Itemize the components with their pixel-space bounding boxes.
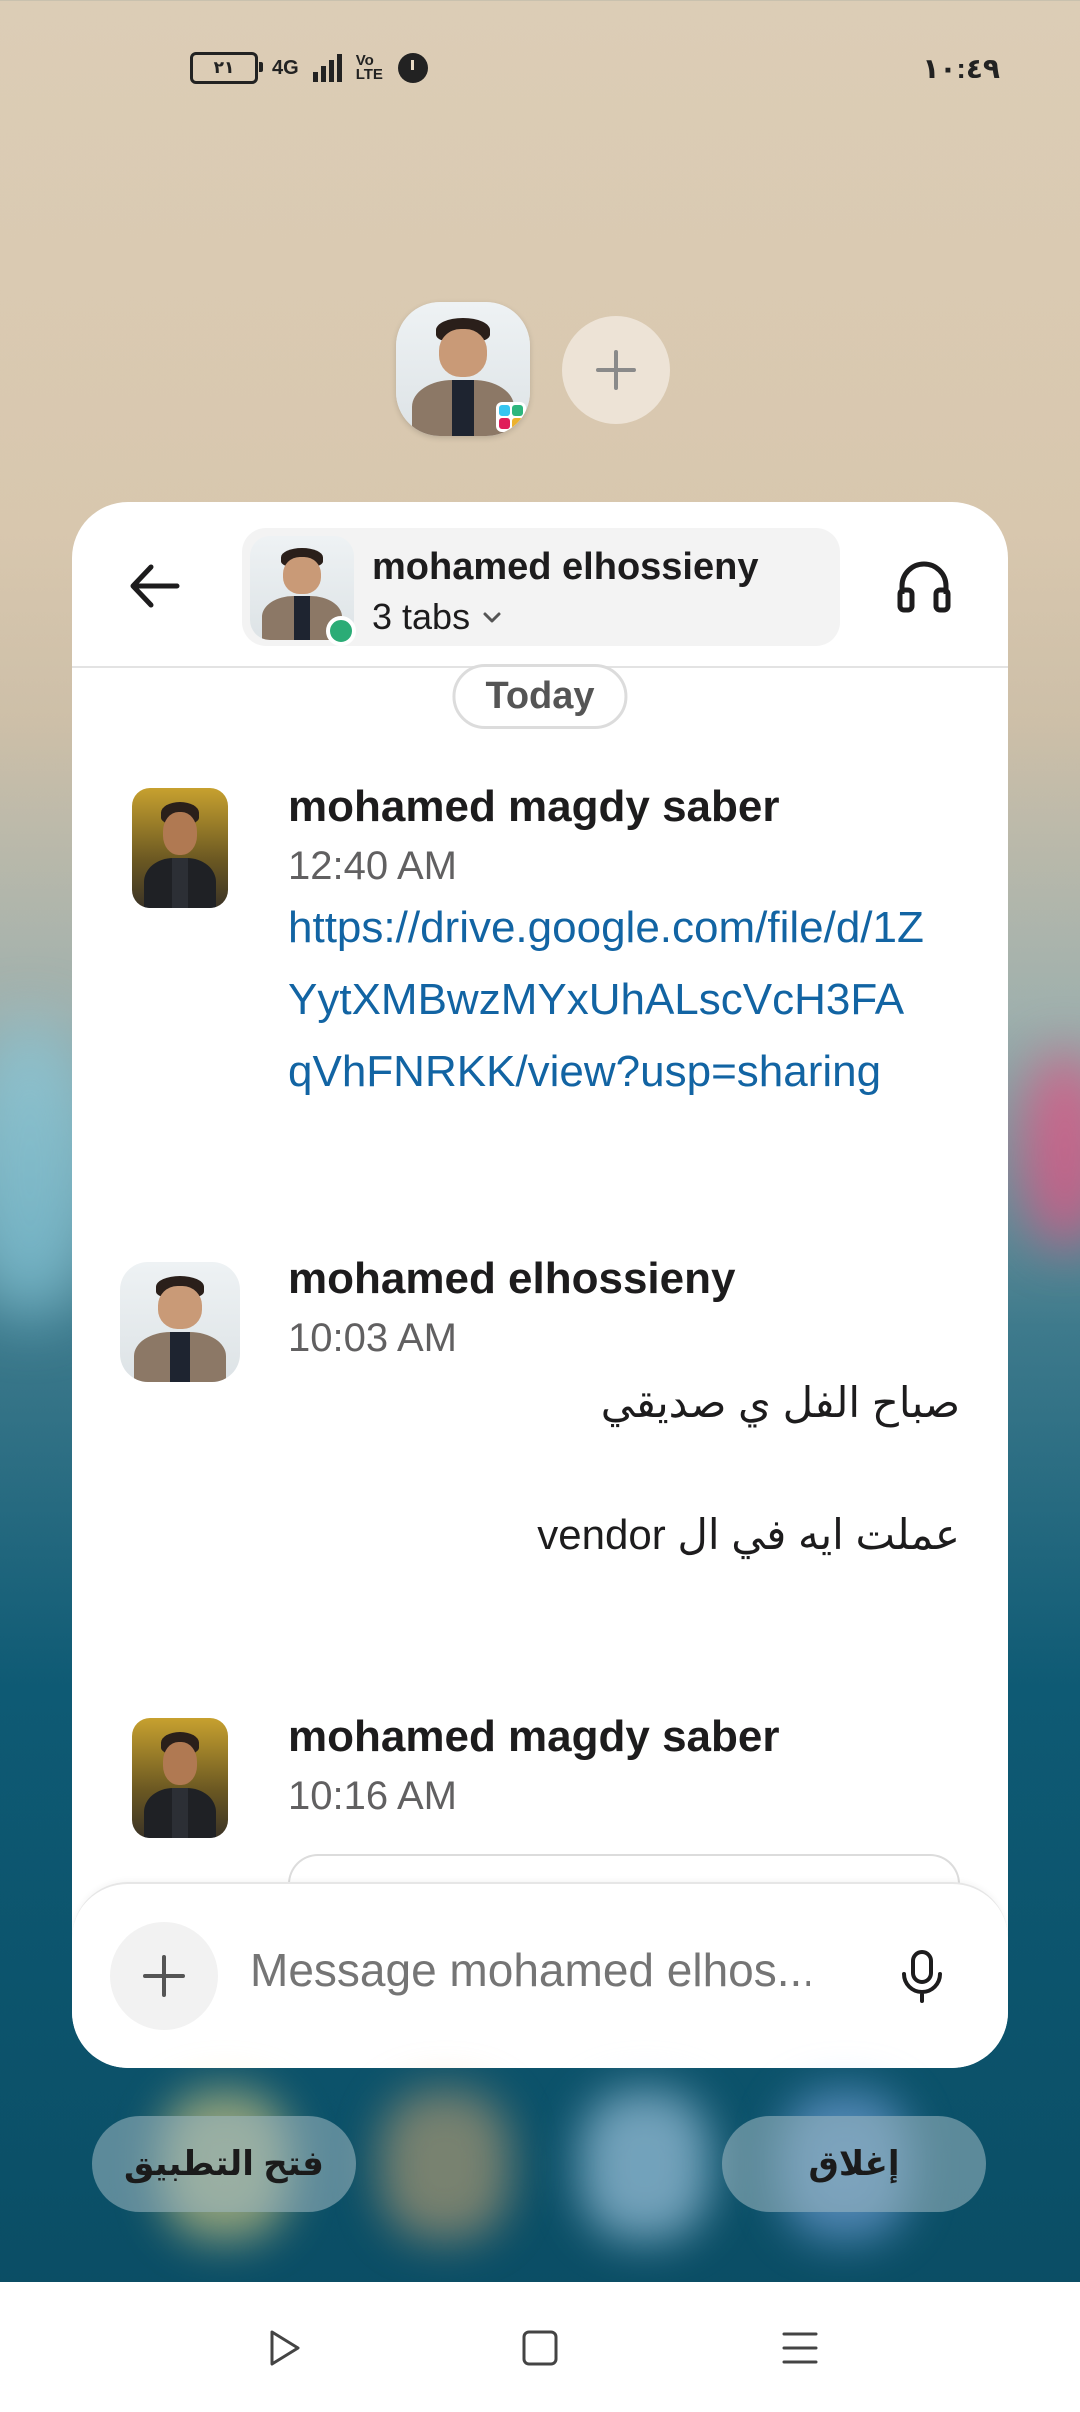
- alarm-icon: [397, 53, 428, 83]
- triangle-back-icon: [270, 2330, 300, 2366]
- back-button[interactable]: [124, 556, 184, 616]
- message-input[interactable]: [248, 1942, 812, 1998]
- menu-lines-icon: [782, 2332, 818, 2364]
- battery-icon: ٢١: [190, 52, 263, 84]
- chat-header: mohamed elhossieny 3 tabs: [72, 502, 1008, 668]
- message-time: 10:03 AM: [288, 1316, 458, 1360]
- microphone-icon[interactable]: [892, 1946, 952, 2006]
- message-text: صباح الفل ي صديقي: [600, 1379, 960, 1426]
- message-time: 12:40 AM: [288, 844, 458, 888]
- avatar[interactable]: [132, 788, 228, 908]
- recents-nav-button[interactable]: [776, 2324, 824, 2372]
- open-app-button[interactable]: فتح التطبيق: [92, 2116, 356, 2212]
- presence-indicator: [326, 616, 356, 646]
- volte-icon: Vo LTE: [355, 52, 383, 83]
- add-bubble-button[interactable]: [562, 316, 670, 424]
- conversation-name: mohamed elhossieny: [372, 546, 759, 588]
- background-app-icon: [380, 2090, 510, 2240]
- date-divider[interactable]: Today: [452, 664, 628, 729]
- tabs-label: 3 tabs: [372, 596, 471, 637]
- close-button[interactable]: إغلاق: [722, 2116, 986, 2212]
- add-attachment-button[interactable]: [110, 1922, 218, 2030]
- message-author[interactable]: mohamed magdy saber: [288, 1712, 780, 1762]
- message-composer: [72, 1882, 1008, 2068]
- clock: ١٠:٤٩: [922, 53, 1000, 84]
- headphones-icon[interactable]: [892, 554, 956, 618]
- background-glow: [1020, 1050, 1080, 1250]
- message-author[interactable]: mohamed elhossieny: [288, 1254, 735, 1304]
- slack-logo-icon: [496, 402, 526, 432]
- chevron-down-icon: [483, 612, 501, 623]
- chat-window: mohamed elhossieny 3 tabs Today mohamed …: [72, 502, 1008, 2068]
- square-home-icon: [522, 2330, 558, 2366]
- network-type: 4G: [272, 56, 299, 79]
- navigation-bar: [0, 2282, 1080, 2412]
- message-author[interactable]: mohamed magdy saber: [288, 782, 780, 832]
- tabs-dropdown[interactable]: 3 tabs: [372, 596, 504, 638]
- message-time: 10:16 AM: [288, 1774, 458, 1818]
- home-nav-button[interactable]: [516, 2324, 564, 2372]
- message-text: عملت ايه في ال vendor: [537, 1511, 960, 1558]
- plus-icon: [596, 350, 636, 390]
- battery-level: ٢١: [213, 58, 235, 77]
- avatar[interactable]: [132, 1718, 228, 1838]
- message-link[interactable]: https://drive.google.com/file/d/1ZYytXMB…: [288, 892, 928, 1108]
- chat-head-bubble[interactable]: [396, 302, 530, 436]
- signal-icon: [312, 54, 342, 82]
- status-bar: ٢١ 4G Vo LTE ١٠:٤٩: [0, 0, 1080, 140]
- plus-icon: [143, 1955, 185, 1997]
- arrow-left-icon: [130, 564, 180, 608]
- conversation-chip[interactable]: mohamed elhossieny 3 tabs: [242, 528, 840, 646]
- background-app-icon: [580, 2090, 710, 2240]
- back-nav-button[interactable]: [260, 2324, 308, 2372]
- avatar[interactable]: [120, 1262, 240, 1382]
